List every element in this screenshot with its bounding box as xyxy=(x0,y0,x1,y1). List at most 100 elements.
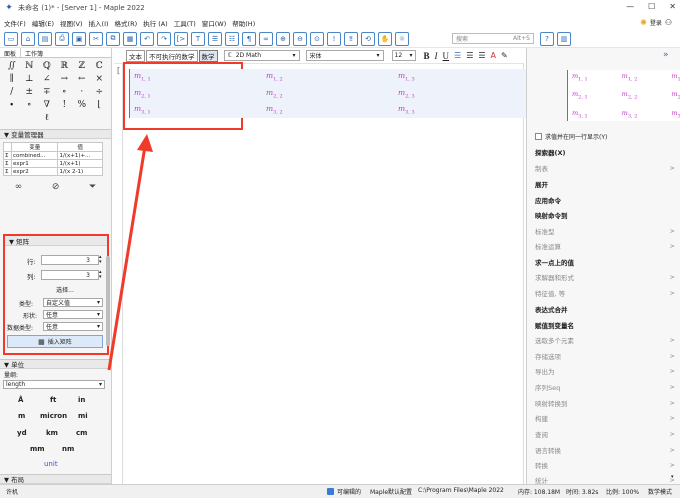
unit-ft[interactable]: ft xyxy=(50,396,56,404)
highlight-icon[interactable]: ✎ xyxy=(501,51,508,60)
palette-symbol[interactable]: ℚ xyxy=(38,60,56,73)
open-folder-icon[interactable]: ⌂ xyxy=(21,31,35,46)
menu-help[interactable]: 帮助(H) xyxy=(232,18,255,28)
cols-stepper-icon[interactable]: ▴ ▾ xyxy=(99,270,102,280)
choose-button[interactable]: 选择... xyxy=(45,285,85,295)
context-item-standard-form[interactable]: 标准型 > xyxy=(535,224,675,237)
unit-mi[interactable]: mi xyxy=(78,412,88,420)
palette-symbol[interactable]: ! xyxy=(56,99,74,112)
unit-yd[interactable]: yd xyxy=(17,429,27,437)
context-item-select-elements[interactable]: 选取多个元素 > xyxy=(535,333,675,346)
unit-in[interactable]: in xyxy=(78,396,85,404)
palette-symbol[interactable]: ± xyxy=(21,86,39,99)
zoom-in-icon[interactable]: ⊕ xyxy=(276,31,290,46)
print-preview-icon[interactable]: ▣ xyxy=(72,31,86,46)
print-icon[interactable]: ⎙ xyxy=(55,31,69,46)
bold-icon[interactable]: B xyxy=(424,51,430,61)
math-mode-tab[interactable]: 数学 xyxy=(198,49,218,62)
matrix-panel-header[interactable]: ▼ 矩阵 xyxy=(5,236,107,246)
context-item-standard-ops[interactable]: 标准运算 > xyxy=(535,239,675,252)
context-item-solvers[interactable]: 求解器和形式 > xyxy=(535,270,675,283)
nonexec-math-tab[interactable]: 不可执行的数学 xyxy=(146,49,198,62)
context-item-construct[interactable]: 构建 > xyxy=(535,411,675,424)
zoom-fit-icon[interactable]: ⊙ xyxy=(310,31,324,46)
palette-symbol[interactable]: ÷ xyxy=(91,86,109,99)
maximize-button[interactable]: ☐ xyxy=(648,2,655,11)
context-item-storage[interactable]: 存储选项 > xyxy=(535,349,675,362)
insert-math-icon[interactable]: [> xyxy=(174,31,188,46)
context-item-map-command[interactable]: 映射命令到 xyxy=(535,208,675,221)
minimize-button[interactable]: — xyxy=(626,2,634,11)
context-item-language-convert[interactable]: 语言转换 > xyxy=(535,443,675,456)
link-icon[interactable]: ∞ xyxy=(259,31,273,46)
context-item-evaluate-point[interactable]: 求一点上的值 xyxy=(535,255,675,268)
filter-icon[interactable]: ⏷ xyxy=(89,182,96,192)
redo-icon[interactable]: ↷ xyxy=(157,31,171,46)
insert-text-icon[interactable]: T xyxy=(191,31,205,46)
undo-icon[interactable]: ↶ xyxy=(140,31,154,46)
menu-insert[interactable]: 插入(I) xyxy=(89,18,109,28)
stop-icon[interactable]: ✋ xyxy=(378,31,392,46)
palette-symbol[interactable]: / xyxy=(3,86,21,99)
unit-km[interactable]: km xyxy=(46,429,58,437)
tab-workbook[interactable]: 工作簿 xyxy=(21,48,47,58)
execute-all-icon[interactable]: ‼ xyxy=(344,31,358,46)
debug-icon[interactable]: ☼ xyxy=(395,31,409,46)
cols-input[interactable]: 3 xyxy=(41,270,99,280)
palette-symbol[interactable]: ∘ xyxy=(56,86,74,99)
insert-subsection-icon[interactable]: ☷ xyxy=(225,31,239,46)
user-icon[interactable]: ⚇ xyxy=(665,18,672,27)
copy-icon[interactable]: ⧉ xyxy=(106,31,120,46)
menu-window[interactable]: 窗口(W) xyxy=(202,18,227,28)
context-item-assign-name[interactable]: 赋值到变量名 xyxy=(535,318,675,331)
context-item-eigenvalues[interactable]: 特征值, 等 > xyxy=(535,286,675,299)
scroll-down-icon[interactable]: ▾ xyxy=(671,474,674,480)
close-button[interactable]: ✕ xyxy=(669,2,676,11)
palette-symbol[interactable]: · xyxy=(73,86,91,99)
dtype-select[interactable]: 任意 ▾ xyxy=(43,322,103,331)
palette-symbol[interactable]: % xyxy=(73,99,91,112)
text-color-icon[interactable]: A xyxy=(491,51,496,60)
menu-edit[interactable]: 编辑(E) xyxy=(32,18,54,28)
table-row[interactable]: Σ combined... 1/(x+1)+... xyxy=(3,151,103,160)
palette-symbol[interactable]: ℤ xyxy=(73,60,91,73)
eval-inline-checkbox[interactable]: 求值并在同一行显示(Y) xyxy=(535,132,607,141)
context-item-lookup[interactable]: 查阅 > xyxy=(535,427,675,440)
table-row[interactable]: Σ expr1 1/(x+1) xyxy=(3,159,103,168)
insert-matrix-button[interactable]: ▦ 插入矩阵 xyxy=(7,335,103,348)
context-item-statistics[interactable]: 统计 > xyxy=(535,473,675,485)
variable-manager-header[interactable]: ▼ 变量管理器 xyxy=(0,129,111,139)
menu-file[interactable]: 文件(F) xyxy=(4,18,26,28)
var-col-value[interactable]: 值 xyxy=(57,142,103,152)
context-item-tabulate[interactable]: 制表 > xyxy=(535,161,675,174)
align-center-icon[interactable]: ☰ xyxy=(466,51,473,60)
context-item-map-convert[interactable]: 映射转换到 > xyxy=(535,396,675,409)
tab-palettes[interactable]: 面板 xyxy=(0,48,22,58)
unit-angstrom[interactable]: Å xyxy=(18,396,23,404)
menu-tools[interactable]: 工具(T) xyxy=(174,18,196,28)
hide-icon[interactable]: ⊘ xyxy=(52,182,60,192)
context-item-explorer[interactable]: 探索器(X) xyxy=(535,145,675,158)
context-item-combine[interactable]: 表达式合并 xyxy=(535,302,675,315)
context-item-expand[interactable]: 展开 xyxy=(535,177,675,190)
rows-input[interactable]: 3 xyxy=(41,255,99,265)
palette-symbol[interactable]: ∙ xyxy=(3,99,21,112)
unit-nm[interactable]: nm xyxy=(62,445,74,453)
size-select[interactable]: 12 ▾ xyxy=(391,50,416,61)
palette-symbol[interactable]: ℓ xyxy=(38,112,56,125)
expand-right-icon[interactable]: » xyxy=(663,50,669,60)
table-row[interactable]: Σ expr2 1/(x 2-1) xyxy=(3,167,103,176)
palette-symbol[interactable]: ← xyxy=(73,73,91,86)
rows-stepper-icon[interactable]: ▴ ▾ xyxy=(99,255,102,265)
align-left-icon[interactable]: ☰ xyxy=(454,51,461,60)
palette-symbol[interactable]: ℝ xyxy=(56,60,74,73)
palette-symbol[interactable]: ∠ xyxy=(38,73,56,86)
italic-icon[interactable]: I xyxy=(435,51,438,61)
palette-symbol[interactable]: ∇ xyxy=(38,99,56,112)
palette-symbol[interactable]: ∘ xyxy=(21,99,39,112)
zoom-out-icon[interactable]: ⊖ xyxy=(293,31,307,46)
unit-m[interactable]: m xyxy=(18,412,25,420)
palette-symbol[interactable]: ∬ xyxy=(3,60,21,73)
paste-icon[interactable]: ▦ xyxy=(123,31,137,46)
units-panel-header[interactable]: ▼ 单位 xyxy=(0,359,111,369)
